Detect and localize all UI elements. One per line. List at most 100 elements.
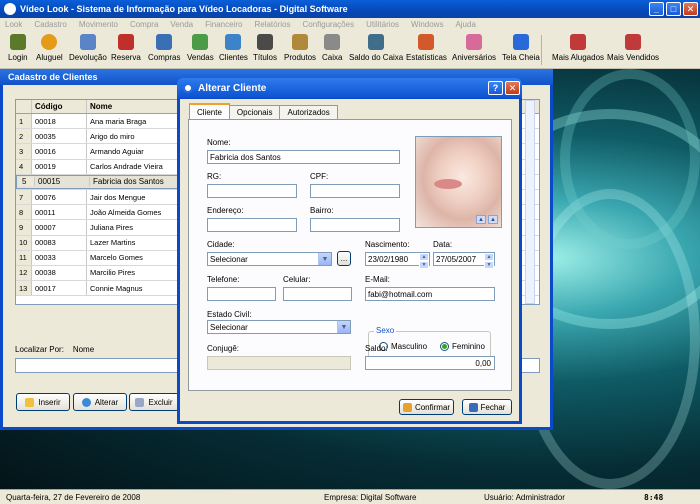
birth-date-field[interactable]: 23/02/1980 ▲ ▼ [365, 252, 430, 269]
tapes-icon [257, 34, 273, 50]
menu-relatorios[interactable]: Relatórios [254, 20, 290, 29]
toolbar-titulos[interactable]: Títulos [253, 34, 277, 62]
edit-button[interactable]: Alterar [73, 393, 127, 411]
app-title: Vídeo Look - Sistema de Informação para … [20, 4, 348, 14]
email-field[interactable]: fabi@hotmail.com [365, 287, 495, 301]
cell-codigo: 00035 [32, 129, 87, 144]
menu-ajuda[interactable]: Ajuda [455, 20, 475, 29]
toolbar-aniversarios[interactable]: Aniversários [452, 34, 496, 62]
toolbar-reserva[interactable]: Reserva [111, 34, 141, 62]
toolbar-vendas[interactable]: Vendas [187, 34, 214, 62]
menu-bar: Look Cadastro Movimento Compra Venda Fin… [0, 18, 700, 31]
confirm-button[interactable]: Confirmar [399, 399, 454, 415]
dialog-close-button[interactable]: ✕ [505, 81, 520, 95]
menu-venda[interactable]: Venda [170, 20, 193, 29]
row-number: 9 [16, 220, 32, 235]
spouse-field [207, 356, 351, 370]
toolbar-tela-cheia[interactable]: Tela Cheia [502, 34, 540, 62]
menu-windows[interactable]: Windows [411, 20, 443, 29]
civil-status-label: Estado Civil: [207, 310, 252, 319]
top-sold-icon [625, 34, 642, 50]
close-button[interactable]: ✕ [683, 2, 698, 16]
cell-field[interactable] [283, 287, 352, 301]
status-user: Usuário: Administrador [484, 492, 565, 502]
toolbar-login[interactable]: Login [8, 34, 28, 62]
top-rented-icon [570, 34, 587, 50]
close-dialog-button[interactable]: Fechar [462, 399, 512, 415]
menu-configuracoes[interactable]: Configurações [302, 20, 354, 29]
address-field[interactable] [207, 218, 297, 232]
name-field[interactable]: Fabricia dos Santos [207, 150, 400, 164]
minimize-button[interactable]: _ [649, 2, 664, 16]
toolbar-compras[interactable]: Compras [148, 34, 180, 62]
row-number: 3 [16, 144, 32, 159]
cell-codigo: 00019 [32, 159, 87, 174]
search-by-field: Nome [72, 345, 95, 354]
chevron-down-icon: ▼ [318, 253, 331, 265]
status-bar: Quarta-feira, 27 de Fevereiro de 2008 Em… [0, 489, 700, 504]
cake-icon [466, 34, 482, 50]
toolbar: Login Aluguel Devolução Reserva Compras … [0, 31, 700, 69]
stats-icon [418, 34, 435, 50]
rg-field[interactable] [207, 184, 297, 198]
registration-date-field[interactable]: 27/05/2007 ▲ ▼ [433, 252, 495, 269]
email-label: E-Mail: [365, 275, 390, 284]
photo-up-icon[interactable]: ▲ [476, 215, 486, 224]
status-clock: 8:48 [644, 492, 664, 502]
maximize-button[interactable]: □ [666, 2, 681, 16]
search-by-label: Localizar Por: Nome [15, 345, 95, 354]
toolbar-clientes[interactable]: Clientes [219, 34, 248, 62]
toolbar-aluguel[interactable]: Aluguel [36, 34, 63, 62]
cart-icon [156, 34, 173, 50]
people-icon [225, 34, 242, 50]
cliente-panel: Nome: Fabricia dos Santos ▲ ▲ RG: CPF: E… [188, 119, 512, 391]
birth-label: Nascimento: [365, 240, 410, 249]
delete-icon [135, 397, 145, 407]
city-browse-button[interactable]: ... [337, 251, 351, 266]
spouse-label: Conjugê: [207, 344, 240, 353]
toolbar-mais-vendidos[interactable]: Mais Vendidos [607, 34, 659, 62]
row-number: 1 [16, 114, 32, 129]
tab-cliente[interactable]: Cliente [189, 103, 230, 119]
menu-utilitarios[interactable]: Utilitários [366, 20, 399, 29]
cell-codigo: 00038 [32, 265, 87, 281]
phone-field[interactable] [207, 287, 276, 301]
box-icon [192, 34, 209, 50]
city-select[interactable]: Selecionar ▼ [207, 252, 332, 266]
toolbar-caixa[interactable]: Caixa [322, 34, 342, 62]
address-label: Endereço: [207, 206, 244, 215]
menu-look[interactable]: Look [5, 20, 22, 29]
district-field[interactable] [310, 218, 400, 232]
dialog-app-icon [183, 83, 193, 93]
tab-opcionais[interactable]: Opcionais [228, 105, 281, 119]
column-header-codigo[interactable]: Código [32, 100, 87, 113]
menu-financeiro[interactable]: Financeiro [205, 20, 242, 29]
rg-label: RG: [207, 172, 222, 181]
delete-button[interactable]: Excluir [129, 393, 179, 411]
toolbar-mais-alugados[interactable]: Mais Alugados [552, 34, 604, 62]
civil-status-select[interactable]: Selecionar ▼ [207, 320, 351, 334]
cell-codigo: 00076 [32, 189, 87, 205]
menu-cadastro[interactable]: Cadastro [34, 20, 66, 29]
alterar-cliente-dialog: Alterar Cliente ? ✕ Cliente Opcionais Au… [177, 78, 522, 424]
menu-compra[interactable]: Compra [130, 20, 158, 29]
menu-movimento[interactable]: Movimento [79, 20, 118, 29]
row-number: 8 [16, 205, 32, 220]
toolbar-estatisticas[interactable]: Estatísticas [406, 34, 447, 62]
toolbar-saldo-caixa[interactable]: Saldo do Caixa [349, 34, 403, 62]
dialog-title: Alterar Cliente [198, 82, 267, 94]
cpf-field[interactable] [310, 184, 400, 198]
toolbar-devolucao[interactable]: Devolução [69, 34, 107, 62]
dialog-title-bar: Alterar Cliente ? ✕ [177, 78, 522, 98]
district-label: Bairro: [310, 206, 334, 215]
cell-label: Celular: [283, 275, 311, 284]
tab-autorizados[interactable]: Autorizados [279, 105, 338, 119]
help-button[interactable]: ? [488, 81, 503, 95]
toolbar-produtos[interactable]: Produtos [284, 34, 316, 62]
cell-codigo: 00011 [32, 205, 87, 220]
table-scrollbar[interactable] [525, 100, 535, 304]
photo-load-icon[interactable]: ▲ [488, 215, 498, 224]
balance-field[interactable]: 0,00 [365, 356, 495, 370]
radio-feminino[interactable]: Feminino [440, 342, 485, 351]
insert-button[interactable]: Inserir [16, 393, 70, 411]
